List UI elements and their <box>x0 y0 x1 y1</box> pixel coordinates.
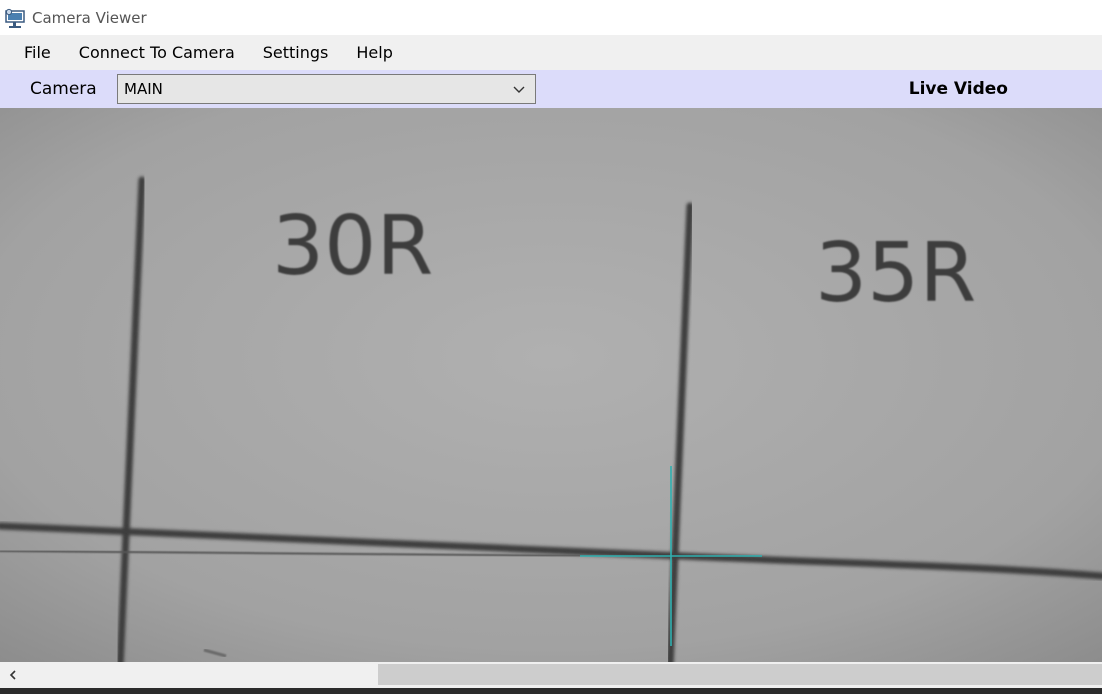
scale-label-30r: 30R <box>272 199 433 294</box>
projector-icon <box>5 8 25 28</box>
chevron-left-icon <box>9 670 16 680</box>
camera-select[interactable]: MAIN <box>117 74 536 104</box>
video-background <box>0 108 1102 662</box>
menu-file[interactable]: File <box>0 35 65 70</box>
video-frame: 30R 35R <box>0 108 1102 662</box>
live-video-feed[interactable]: 30R 35R <box>0 108 1102 662</box>
status-strip <box>0 688 1102 694</box>
title-bar: Camera Viewer <box>0 0 1102 35</box>
chevron-down-icon <box>513 86 525 93</box>
camera-label: Camera <box>30 79 97 99</box>
live-video-label: Live Video <box>908 79 1008 99</box>
camera-toolbar: Camera MAIN Live Video <box>0 70 1102 109</box>
menu-settings[interactable]: Settings <box>249 35 343 70</box>
horizontal-scrollbar[interactable] <box>0 662 1102 688</box>
camera-select-value: MAIN <box>124 80 163 98</box>
menu-help[interactable]: Help <box>342 35 406 70</box>
window-title: Camera Viewer <box>32 8 147 27</box>
menu-connect-to-camera[interactable]: Connect To Camera <box>65 35 249 70</box>
scroll-thumb[interactable] <box>378 664 1102 685</box>
scroll-left-button[interactable] <box>0 662 26 688</box>
menu-bar: File Connect To Camera Settings Help <box>0 35 1102 70</box>
scale-label-35r: 35R <box>815 226 976 321</box>
